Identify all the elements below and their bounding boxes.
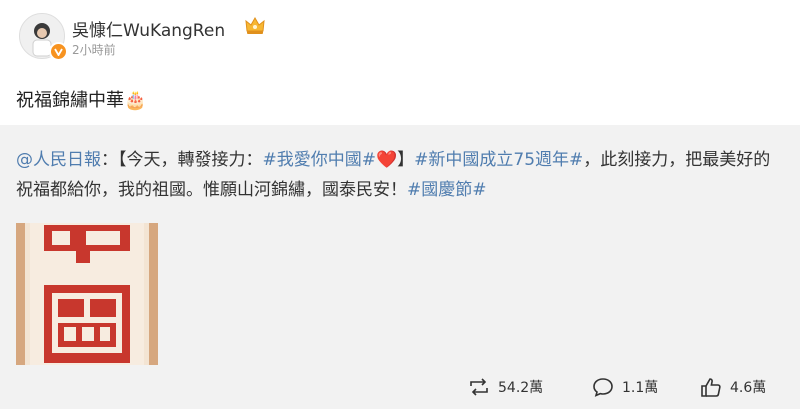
- crown-badge-icon: [244, 15, 266, 37]
- like-count: 4.6萬: [730, 380, 767, 396]
- comment-button[interactable]: 1.1萬: [592, 373, 658, 401]
- repost-count: 54.2萬: [498, 380, 544, 396]
- hashtag-link-1[interactable]: #我愛你中國#: [263, 150, 377, 170]
- comment-icon: [592, 377, 614, 397]
- repost-author-link[interactable]: @人民日報: [16, 150, 101, 170]
- post-text: 祝福錦繡中華🎂: [16, 86, 146, 112]
- comment-count: 1.1萬: [622, 380, 659, 396]
- repost-text: @人民日報：【今天，轉發接力：#我愛你中國#❤️】#新中國成立75週年#，此刻接…: [16, 145, 786, 205]
- hashtag-link-3[interactable]: #國慶節#: [407, 180, 487, 200]
- username[interactable]: 吳慷仁WuKangRen: [72, 16, 225, 41]
- heart-emoji: ❤️: [376, 150, 398, 170]
- repost-author-sep: ：: [101, 150, 118, 170]
- repost-icon: [468, 377, 490, 397]
- repost-image[interactable]: [16, 223, 158, 365]
- post-header: 吳慷仁WuKangRen 2小時前: [16, 10, 796, 62]
- verified-badge-icon: [49, 42, 68, 61]
- repost-card[interactable]: @人民日報：【今天，轉發接力：#我愛你中國#❤️】#新中國成立75週年#，此刻接…: [0, 125, 800, 409]
- post-timestamp[interactable]: 2小時前: [72, 41, 116, 58]
- post-text-body: 祝福錦繡中華: [16, 90, 124, 111]
- repost-text-part1: 【今天，轉發接力：: [118, 150, 263, 170]
- hashtag-link-2[interactable]: #新中國成立75週年#: [414, 150, 583, 170]
- like-button[interactable]: 4.6萬: [700, 373, 766, 401]
- like-icon: [700, 377, 722, 397]
- cake-emoji: 🎂: [124, 90, 147, 111]
- repost-text-part2: 】: [397, 150, 415, 170]
- repost-button[interactable]: 54.2萬: [468, 373, 543, 401]
